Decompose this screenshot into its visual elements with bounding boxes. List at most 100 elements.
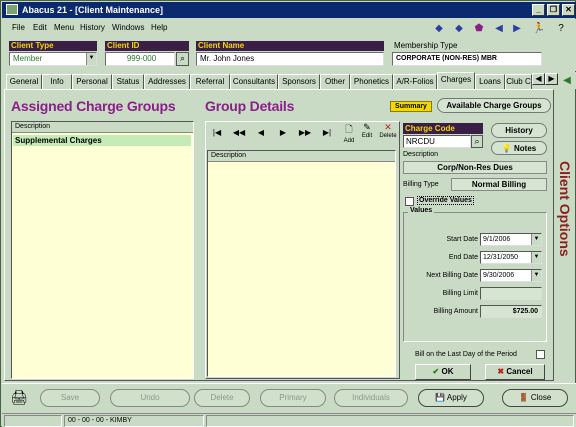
prev-page-icon[interactable]: ◀◀ xyxy=(232,126,246,139)
tab-ar-folios[interactable]: A/R-Folios xyxy=(393,74,437,89)
toolbar-next-icon[interactable]: ▶ xyxy=(510,22,524,35)
tab-info[interactable]: Info xyxy=(42,74,72,89)
details-list[interactable]: Description xyxy=(207,150,396,377)
minimize-button[interactable]: _ xyxy=(532,4,545,16)
toolbar-gem-icon[interactable]: ⬟ xyxy=(472,22,486,35)
toolbar-prev-icon[interactable]: ◀ xyxy=(492,22,506,35)
individuals-button[interactable]: Individuals xyxy=(334,389,408,407)
save-button[interactable]: Save xyxy=(40,389,100,407)
add-doc-icon: 🗋 xyxy=(345,124,353,134)
cancel-button[interactable]: ✖ Cancel xyxy=(485,364,545,380)
chevron-down-icon[interactable]: ▼ xyxy=(531,252,541,263)
client-options-label: Client Options xyxy=(557,161,573,257)
summary-button[interactable]: Summary xyxy=(390,101,432,112)
cancel-x-icon: ✖ xyxy=(497,367,505,376)
delete-button[interactable]: ✕ Delete xyxy=(377,122,399,144)
tab-club[interactable]: Club C xyxy=(505,74,532,89)
available-groups-button[interactable]: Available Charge Groups xyxy=(437,98,551,113)
tab-personal[interactable]: Personal xyxy=(72,74,112,89)
collapse-arrow-icon[interactable]: ◀ xyxy=(560,74,574,87)
print-icon[interactable]: 🖨 xyxy=(9,389,29,407)
tab-charges[interactable]: Charges xyxy=(437,72,475,89)
edit-button[interactable]: ✎ Edit xyxy=(359,122,375,144)
restore-button[interactable]: ❐ xyxy=(547,4,560,16)
close-window-button[interactable]: ✕ xyxy=(562,4,575,16)
override-checkbox[interactable] xyxy=(405,197,414,206)
billing-amount-label: Billing Amount xyxy=(433,308,478,315)
client-type-select[interactable]: Member ▼ xyxy=(9,52,97,66)
tab-scroll-left-icon[interactable]: ◀ xyxy=(532,73,545,85)
help-icon[interactable]: ? xyxy=(554,22,568,35)
window-title: Abacus 21 - [Client Maintenance] xyxy=(22,5,164,15)
ok-button[interactable]: ✔ OK xyxy=(415,364,471,380)
client-options-sidebar[interactable]: Client Options xyxy=(554,101,574,331)
close-button[interactable]: 🚪 Close xyxy=(502,389,568,407)
menu-windows[interactable]: Windows xyxy=(112,23,144,32)
next-billing-field[interactable]: 9/30/2006 ▼ xyxy=(480,269,542,282)
apply-label: Apply xyxy=(446,393,467,402)
primary-button[interactable]: Primary xyxy=(260,389,326,407)
forward-arrow-icon[interactable]: ◆ xyxy=(452,22,466,35)
search-icon[interactable]: ⌕ xyxy=(176,52,189,66)
client-id-field[interactable]: 999-000 xyxy=(105,52,175,66)
details-title: Group Details xyxy=(205,98,295,114)
prev-record-icon[interactable]: ◀ xyxy=(254,126,268,139)
undo-button[interactable]: Undo xyxy=(110,389,190,407)
tab-loans[interactable]: Loans xyxy=(475,74,505,89)
back-arrow-icon[interactable]: ◆ xyxy=(432,22,446,35)
chevron-down-icon[interactable]: ▼ xyxy=(531,234,541,245)
add-label: Add xyxy=(343,138,355,144)
chevron-down-icon[interactable]: ▼ xyxy=(86,53,96,65)
first-record-icon[interactable]: |◀ xyxy=(210,126,224,139)
list-item[interactable]: Supplemental Charges xyxy=(13,135,191,146)
add-button[interactable]: 🗋 Add xyxy=(341,122,357,144)
tab-other[interactable]: Other xyxy=(320,74,350,89)
charge-details: Charge Code NRCDU ⌕ History 💡 Notes Desc… xyxy=(401,121,551,380)
next-record-icon[interactable]: ▶ xyxy=(276,126,290,139)
tab-phonetics[interactable]: Phonetics xyxy=(350,74,393,89)
charge-code-field[interactable]: NRCDU xyxy=(403,135,471,148)
exit-runner-icon[interactable]: 🏃 xyxy=(532,22,546,35)
override-label: Override Values xyxy=(417,196,474,205)
tab-status[interactable]: Status xyxy=(112,74,144,89)
tab-scroll-right-icon[interactable]: ▶ xyxy=(545,73,558,85)
last-day-checkbox[interactable] xyxy=(536,350,545,359)
chevron-down-icon[interactable]: ▼ xyxy=(531,270,541,281)
client-id-label: Client ID xyxy=(105,41,189,51)
membership-type-field: CORPORATE (NON-RES) MBR xyxy=(392,52,542,66)
tab-sponsors[interactable]: Sponsors xyxy=(278,74,320,89)
menu-help[interactable]: Help xyxy=(151,23,167,32)
menu-history[interactable]: History xyxy=(80,23,105,32)
billing-limit-field[interactable] xyxy=(480,287,542,300)
tab-addresses[interactable]: Addresses xyxy=(144,74,190,89)
assigned-list[interactable]: Description Supplemental Charges xyxy=(11,121,194,379)
client-name-field[interactable]: Mr. John Jones xyxy=(196,52,384,66)
floppy-icon: 💾 xyxy=(435,393,446,402)
apply-button[interactable]: 💾 Apply xyxy=(418,389,484,407)
menu-bar: File Edit Menu History Windows Help ◆ ◆ … xyxy=(2,19,576,37)
door-icon: 🚪 xyxy=(518,393,529,402)
cancel-label: Cancel xyxy=(506,367,533,376)
next-page-icon[interactable]: ▶▶ xyxy=(298,126,312,139)
tab-consultants[interactable]: Consultants xyxy=(230,74,278,89)
menu-edit[interactable]: Edit xyxy=(33,23,47,32)
tab-referral[interactable]: Referral xyxy=(190,74,230,89)
client-header: Client Type Member ▼ Client ID 999-000 ⌕… xyxy=(2,37,576,71)
menu-file[interactable]: File xyxy=(12,23,25,32)
notes-button[interactable]: 💡 Notes xyxy=(491,141,547,155)
description-label: Description xyxy=(403,151,439,158)
billing-amount-field[interactable]: $725.00 xyxy=(480,305,542,318)
end-date-field[interactable]: 12/31/2050 ▼ xyxy=(480,251,542,264)
delete-record-button[interactable]: Delete xyxy=(194,389,250,407)
bottom-toolbar: 🖨 Save Undo Delete Primary Individuals 💾… xyxy=(2,383,576,413)
history-button[interactable]: History xyxy=(491,123,547,138)
tab-general[interactable]: General xyxy=(6,74,42,89)
code-search-icon[interactable]: ⌕ xyxy=(471,135,483,148)
menu-menu[interactable]: Menu xyxy=(54,23,74,32)
details-col-header: Description xyxy=(208,151,395,162)
status-cell-3 xyxy=(206,415,574,427)
start-date-field[interactable]: 9/1/2006 ▼ xyxy=(480,233,542,246)
charges-panel: Assigned Charge Groups Group Details Des… xyxy=(4,89,554,381)
assigned-title: Assigned Charge Groups xyxy=(11,98,176,114)
last-record-icon[interactable]: ▶| xyxy=(320,126,334,139)
